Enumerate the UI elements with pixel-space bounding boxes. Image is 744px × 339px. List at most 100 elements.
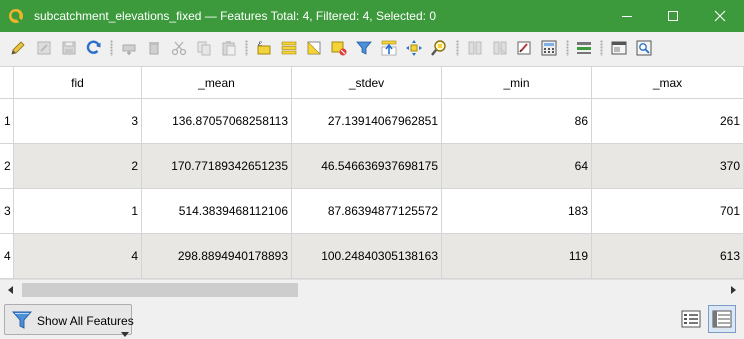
new-field-button[interactable] — [465, 38, 485, 58]
toolbar-grip — [456, 40, 459, 56]
row-header[interactable]: 4 — [0, 234, 14, 279]
new-field-icon — [468, 41, 482, 55]
actions-button[interactable] — [609, 38, 629, 58]
show-all-features-label: Show All Features — [37, 314, 134, 328]
select-all-button[interactable] — [279, 38, 299, 58]
select-by-expression-icon: ε — [257, 39, 271, 55]
delete-field-button[interactable] — [490, 38, 510, 58]
close-button[interactable] — [697, 0, 743, 32]
filter-select-button[interactable] — [354, 38, 374, 58]
scrollbar-thumb[interactable] — [22, 283, 298, 297]
attribute-toolbar: ε — [0, 32, 744, 64]
chevron-down-icon — [121, 326, 129, 339]
chevron-right-icon — [731, 286, 736, 294]
table-cell[interactable]: 514.3839468112106 — [142, 189, 292, 234]
reload-button[interactable] — [84, 38, 104, 58]
paste-button[interactable] — [219, 38, 239, 58]
toggle-editing-button[interactable] — [8, 38, 28, 58]
bottom-bar: Show All Features — [0, 300, 744, 339]
delete-feature-button[interactable] — [144, 38, 164, 58]
table-cell[interactable]: 46.546636937698175 — [292, 144, 442, 189]
table-cell[interactable]: 87.86394877125572 — [292, 189, 442, 234]
table-cell[interactable]: 701 — [592, 189, 744, 234]
window-title: subcatchment_elevations_fixed — Features… — [34, 9, 436, 23]
row-header[interactable]: 1 — [0, 99, 14, 144]
show-all-features-button[interactable]: Show All Features — [4, 304, 134, 337]
toolbar-grip — [566, 40, 569, 56]
field-calculator-button[interactable] — [539, 38, 559, 58]
table-cell[interactable]: 119 — [442, 234, 592, 279]
table-cell[interactable]: 183 — [442, 189, 592, 234]
conditional-formatting-button[interactable] — [574, 38, 594, 58]
add-feature-button[interactable] — [119, 38, 139, 58]
copy-button[interactable] — [194, 38, 214, 58]
multi-edit-button[interactable] — [34, 38, 54, 58]
horizontal-scrollbar[interactable] — [0, 279, 744, 299]
table-cell[interactable]: 64 — [442, 144, 592, 189]
column-header-max[interactable]: _max — [592, 67, 744, 99]
invert-selection-icon — [307, 41, 321, 55]
table-cell[interactable]: 1 — [14, 189, 142, 234]
pan-to-selection-icon — [406, 40, 422, 56]
row-header[interactable]: 2 — [0, 144, 14, 189]
attribute-table[interactable]: fid _mean _stdev _min _max 1 3 136.87057… — [0, 66, 744, 298]
table-view-button[interactable] — [708, 305, 736, 333]
organize-columns-icon — [517, 41, 531, 55]
close-icon — [714, 10, 726, 22]
table-cell[interactable]: 3 — [14, 99, 142, 144]
pan-to-selection-button[interactable] — [404, 38, 424, 58]
table-cell[interactable]: 613 — [592, 234, 744, 279]
table-view-icon — [712, 310, 732, 328]
multi-edit-icon — [37, 41, 51, 55]
invert-selection-button[interactable] — [304, 38, 324, 58]
toggle-editing-icon — [11, 41, 25, 55]
column-header-stdev[interactable]: _stdev — [292, 67, 442, 99]
maximize-button[interactable] — [650, 0, 696, 32]
table-corner[interactable] — [0, 67, 14, 99]
table-cell[interactable]: 170.77189342651235 — [142, 144, 292, 189]
add-feature-icon — [122, 44, 136, 55]
table-cell[interactable]: 86 — [442, 99, 592, 144]
scroll-right-button[interactable] — [725, 282, 741, 298]
column-header-mean[interactable]: _mean — [142, 67, 292, 99]
toolbar-grip — [600, 40, 603, 56]
scroll-left-button[interactable] — [3, 282, 19, 298]
qgis-logo-icon — [8, 8, 24, 24]
table-cell[interactable]: 136.87057068258113 — [142, 99, 292, 144]
title-bar[interactable]: subcatchment_elevations_fixed — Features… — [0, 0, 744, 32]
table-cell[interactable]: 100.24840305138163 — [292, 234, 442, 279]
table-cell[interactable]: 370 — [592, 144, 744, 189]
column-header-fid[interactable]: fid — [14, 67, 142, 99]
form-view-button[interactable] — [677, 305, 705, 333]
filter-select-icon — [356, 41, 372, 55]
zoom-to-selection-button[interactable] — [429, 38, 449, 58]
filter-icon — [12, 310, 32, 333]
svg-text:ε: ε — [258, 39, 262, 48]
save-edits-icon — [62, 41, 76, 55]
delete-feature-icon — [149, 42, 159, 55]
select-all-icon — [281, 41, 297, 55]
deselect-all-icon — [331, 41, 347, 56]
table-cell[interactable]: 27.13914067962851 — [292, 99, 442, 144]
row-header[interactable]: 3 — [0, 189, 14, 234]
dock-icon — [636, 40, 652, 56]
move-selection-top-button[interactable] — [379, 38, 399, 58]
toolbar-grip — [245, 40, 248, 56]
column-header-min[interactable]: _min — [442, 67, 592, 99]
cut-button[interactable] — [169, 38, 189, 58]
dock-button[interactable] — [634, 38, 654, 58]
table-cell[interactable]: 261 — [592, 99, 744, 144]
organize-columns-button[interactable] — [514, 38, 534, 58]
move-selection-top-icon — [381, 40, 397, 56]
select-by-expression-button[interactable]: ε — [254, 38, 274, 58]
save-edits-button[interactable] — [59, 38, 79, 58]
table-cell[interactable]: 2 — [14, 144, 142, 189]
minimize-button[interactable] — [604, 0, 650, 32]
deselect-all-button[interactable] — [329, 38, 349, 58]
table-cell[interactable]: 4 — [14, 234, 142, 279]
chevron-left-icon — [8, 286, 13, 294]
cut-icon — [171, 41, 187, 56]
copy-icon — [197, 41, 211, 56]
table-cell[interactable]: 298.8894940178893 — [142, 234, 292, 279]
paste-icon — [222, 41, 236, 56]
